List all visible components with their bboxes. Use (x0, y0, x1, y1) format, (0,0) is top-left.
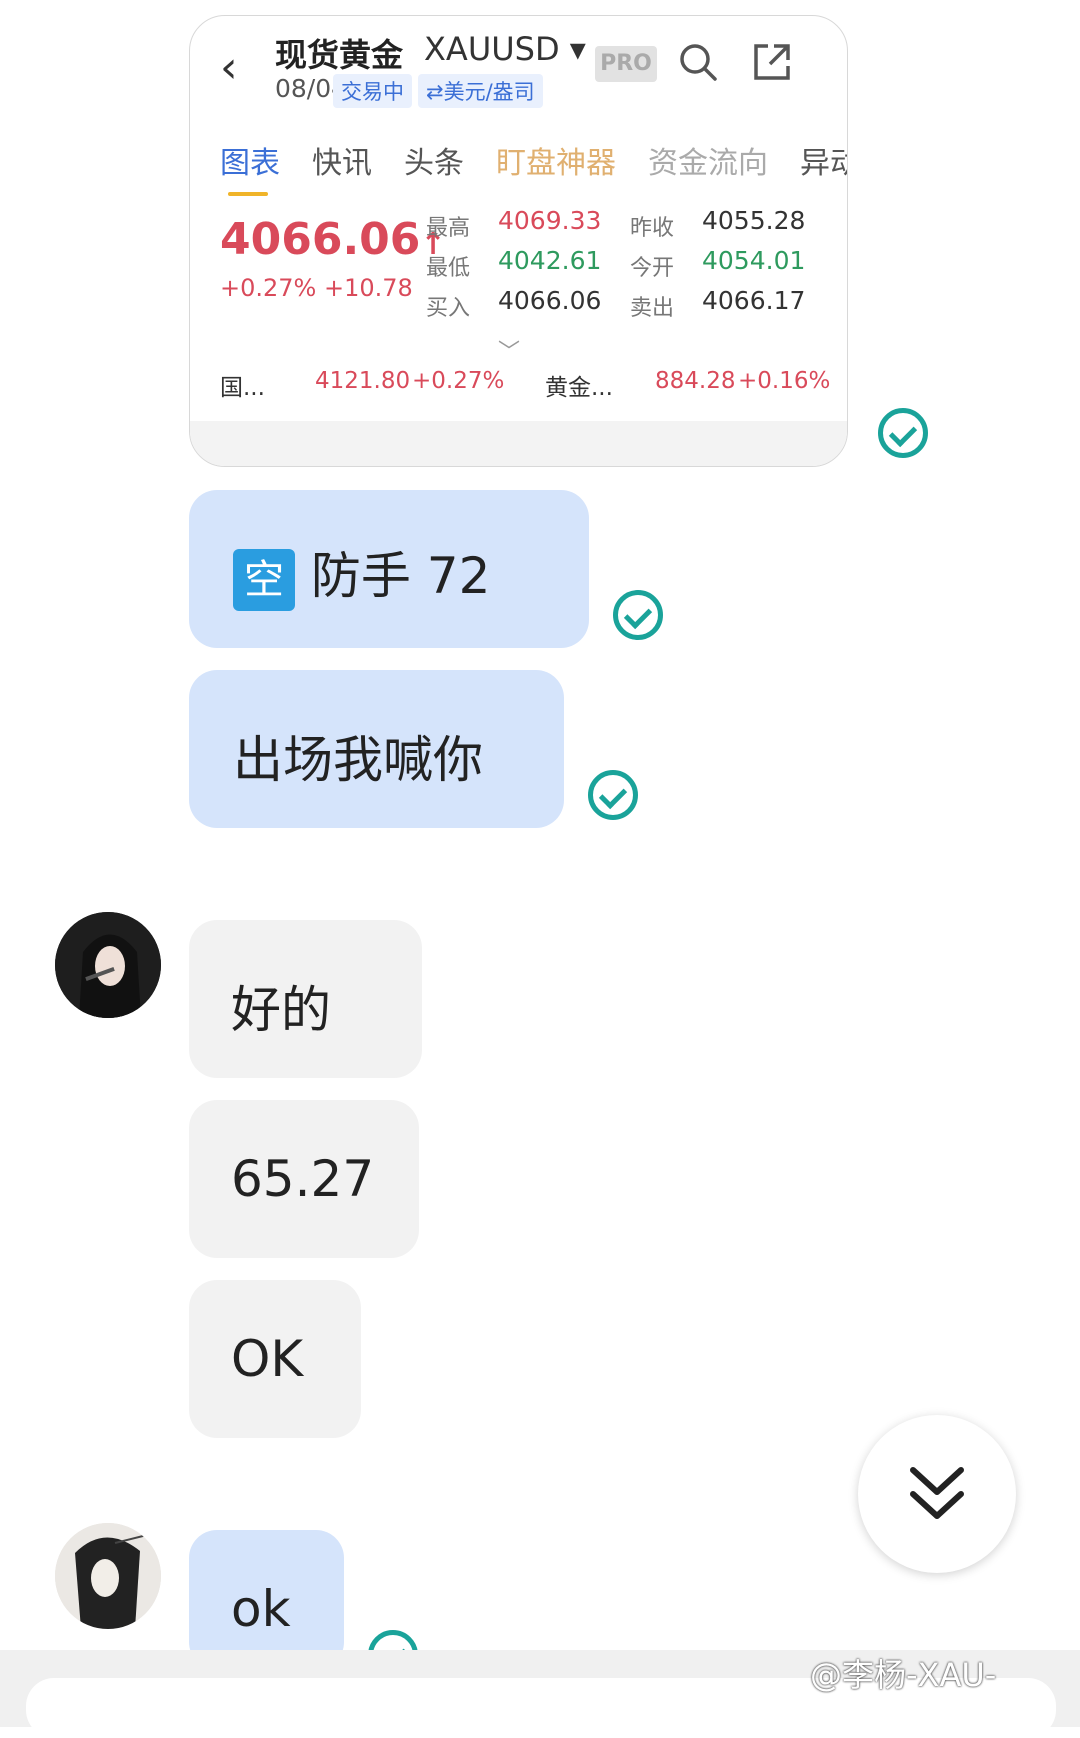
message-bubble-incoming[interactable]: 65.27 (189, 1100, 419, 1258)
message-bubble-incoming[interactable]: OK (189, 1280, 361, 1438)
read-check-icon (878, 408, 928, 458)
search-icon (678, 42, 718, 86)
low-value: 4042.61 (498, 246, 602, 275)
message-bubble-outgoing[interactable]: 空 防手 72 (189, 490, 589, 648)
double-chevron-down-icon (910, 1467, 964, 1519)
avatar[interactable] (55, 912, 161, 1018)
message-bubble-outgoing[interactable]: 出场我喊你 (189, 670, 564, 828)
avatar[interactable] (55, 1523, 161, 1629)
share-external-icon (752, 42, 792, 86)
read-check-icon (588, 770, 638, 820)
low-label: 最低 (426, 256, 471, 281)
current-price: 4066.06↑ (220, 214, 446, 265)
watermark: @李杨-XAU- (810, 1656, 997, 1694)
back-arrow-icon: ‹ (220, 42, 238, 93)
tab-anomaly: 异动 (800, 146, 847, 181)
scroll-to-bottom-button[interactable] (858, 1415, 1016, 1573)
tab-news-flash: 快讯 (312, 146, 372, 181)
bid-label: 买入 (426, 296, 471, 321)
price-change: +0.27% +10.78 (220, 274, 413, 302)
high-value: 4069.33 (498, 206, 602, 235)
card-bottom-strip (190, 421, 847, 466)
ticker2-name: 黄金... (545, 375, 613, 401)
message-text: 空 防手 72 (233, 536, 490, 611)
message-text: 好的 (231, 981, 331, 1039)
ticker1-name: 国... (220, 375, 265, 401)
empty-emoji-icon: 空 (233, 548, 295, 611)
read-check-icon (613, 590, 663, 640)
message-text: ok (231, 1580, 291, 1638)
message-text: 65.27 (231, 1150, 375, 1208)
currency-unit-tag: ⇄美元/盎司 (418, 74, 543, 108)
tab-watch-tool: 盯盘神器 (496, 146, 616, 181)
quote-screenshot-card[interactable]: ‹ 现货黄金 XAUUSD ▾ 08/04 交易中 ⇄美元/盎司 PRO 图表 … (189, 15, 848, 467)
ask-value: 4066.17 (702, 286, 806, 315)
trading-status-tag: 交易中 (333, 74, 412, 108)
message-text: OK (231, 1330, 304, 1388)
high-label: 最高 (426, 216, 471, 241)
quote-tabs: 图表 快讯 头条 盯盘神器 资金流向 异动 (220, 138, 847, 196)
chevron-down-icon: ﹀ (498, 340, 521, 365)
open-value: 4054.01 (702, 246, 806, 275)
tab-chart: 图表 (220, 138, 280, 196)
message-bubble-outgoing[interactable]: ok (189, 1530, 344, 1670)
ticker2-value: 884.28 (655, 368, 736, 394)
instrument-name: 现货黄金 (275, 36, 404, 74)
message-text: 出场我喊你 (233, 731, 483, 789)
tab-fund-flow: 资金流向 (648, 146, 768, 181)
prev-close-value: 4055.28 (702, 206, 806, 235)
open-label: 今开 (630, 256, 675, 281)
ticker1-change: +0.27% (412, 368, 505, 394)
bid-value: 4066.06 (498, 286, 602, 315)
tab-headlines: 头条 (404, 146, 464, 181)
ticker1-value: 4121.80 (315, 368, 411, 394)
ticker2-change: +0.16% (738, 368, 831, 394)
pro-badge: PRO (595, 46, 657, 82)
prev-close-label: 昨收 (630, 216, 675, 241)
ask-label: 卖出 (630, 296, 675, 321)
instrument-symbol: XAUUSD ▾ (424, 30, 586, 68)
message-bubble-incoming[interactable]: 好的 (189, 920, 422, 1078)
